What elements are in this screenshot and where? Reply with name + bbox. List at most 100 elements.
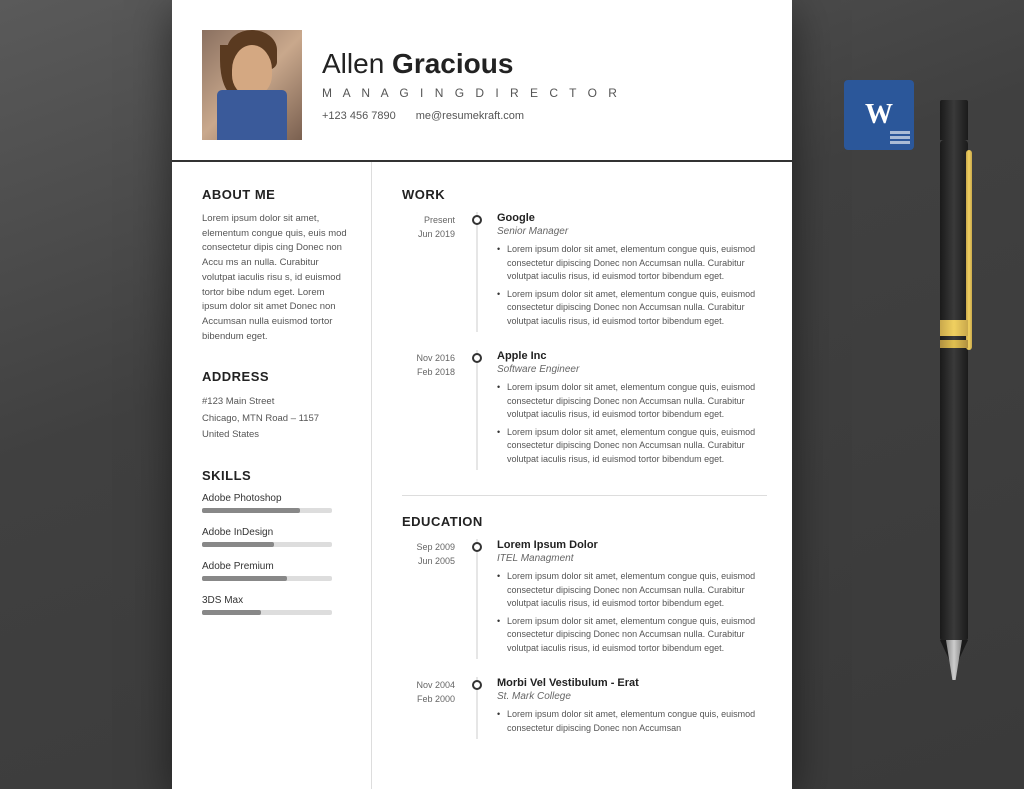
edu-date-start: Sep 2009 — [402, 541, 455, 555]
work-bullet: Lorem ipsum dolor sit amet, elementum co… — [497, 288, 767, 329]
timeline-line — [477, 350, 478, 470]
timeline-dot-area — [467, 350, 487, 470]
edu-dates: Sep 2009 Jun 2005 — [402, 539, 467, 659]
word-icon: W — [844, 80, 914, 150]
company-name: Google — [497, 212, 767, 224]
edu-content: Lorem Ipsum Dolor ITEL Managment Lorem i… — [487, 539, 767, 659]
header-info: Allen Gracious M A N A G I N G D I R E C… — [322, 48, 752, 122]
edu-date-end: Feb 2000 — [402, 693, 455, 707]
work-date-end: Feb 2018 — [402, 366, 455, 380]
work-bullet: Lorem ipsum dolor sit amet, elementum co… — [497, 381, 767, 422]
work-timeline: Present Jun 2019 Google Senior Manager L… — [402, 212, 767, 470]
program-name: ITEL Managment — [497, 553, 767, 564]
work-item: Nov 2016 Feb 2018 Apple Inc Software Eng… — [402, 350, 767, 470]
resume-header: Allen Gracious M A N A G I N G D I R E C… — [172, 0, 792, 162]
skill-bar-fill — [202, 610, 261, 615]
word-icon-lines — [890, 131, 910, 146]
skill-name: Adobe Premium — [202, 561, 351, 572]
edu-date-start: Nov 2004 — [402, 679, 455, 693]
skill-item: Adobe Photoshop — [202, 493, 351, 513]
skill-name: Adobe InDesign — [202, 527, 351, 538]
timeline-dot — [472, 680, 482, 690]
timeline-dot-area — [467, 212, 487, 332]
last-name: Gracious — [392, 48, 513, 79]
work-bullet: Lorem ipsum dolor sit amet, elementum co… — [497, 243, 767, 284]
company-name: Apple Inc — [497, 350, 767, 362]
work-content: Google Senior Manager Lorem ipsum dolor … — [487, 212, 767, 332]
edu-title: EDUCATION — [402, 514, 767, 529]
first-name: Allen — [322, 48, 384, 79]
about-title: ABOUT ME — [202, 187, 351, 202]
edu-date-end: Jun 2005 — [402, 555, 455, 569]
contact-info: +123 456 7890 me@resumekraft.com — [322, 110, 752, 122]
phone: +123 456 7890 — [322, 110, 396, 122]
edu-bullets: Lorem ipsum dolor sit amet, elementum co… — [497, 570, 767, 655]
skills-title: SKILLS — [202, 468, 351, 483]
resume-body: ABOUT ME Lorem ipsum dolor sit amet, ele… — [172, 162, 792, 789]
work-dates: Nov 2016 Feb 2018 — [402, 350, 467, 470]
address-line2: Chicago, MTN Road – 1157 — [202, 413, 319, 424]
timeline-line — [477, 212, 478, 332]
left-column: ABOUT ME Lorem ipsum dolor sit amet, ele… — [172, 162, 372, 789]
work-section: WORK Present Jun 2019 Google Senior Mana… — [402, 187, 767, 470]
skill-bar-bg — [202, 542, 332, 547]
resume-document: Allen Gracious M A N A G I N G D I R E C… — [172, 0, 792, 789]
skill-bar-bg — [202, 610, 332, 615]
address-line1: #123 Main Street — [202, 396, 274, 407]
pen-decoration — [924, 100, 984, 680]
job-role: Software Engineer — [497, 364, 767, 375]
work-date-start: Nov 2016 — [402, 352, 455, 366]
institution-name: Morbi Vel Vestibulum - Erat — [497, 677, 767, 689]
work-item: Present Jun 2019 Google Senior Manager L… — [402, 212, 767, 332]
section-divider — [402, 495, 767, 496]
timeline-dot-area — [467, 539, 487, 659]
skill-bar-bg — [202, 576, 332, 581]
work-content: Apple Inc Software Engineer Lorem ipsum … — [487, 350, 767, 470]
profile-photo — [202, 30, 302, 140]
edu-item: Sep 2009 Jun 2005 Lorem Ipsum Dolor ITEL… — [402, 539, 767, 659]
institution-name: Lorem Ipsum Dolor — [497, 539, 767, 551]
address-text: #123 Main Street Chicago, MTN Road – 115… — [202, 394, 351, 442]
program-name: St. Mark College — [497, 691, 767, 702]
edu-bullet: Lorem ipsum dolor sit amet, elementum co… — [497, 570, 767, 611]
edu-bullet: Lorem ipsum dolor sit amet, elementum co… — [497, 708, 767, 735]
timeline-dot — [472, 353, 482, 363]
work-title: WORK — [402, 187, 767, 202]
full-name: Allen Gracious — [322, 48, 752, 80]
timeline-dot — [472, 215, 482, 225]
address-title: ADDRESS — [202, 369, 351, 384]
edu-bullet: Lorem ipsum dolor sit amet, elementum co… — [497, 615, 767, 656]
work-date-end: Jun 2019 — [402, 228, 455, 242]
email: me@resumekraft.com — [416, 110, 524, 122]
job-title: M A N A G I N G D I R E C T O R — [322, 86, 752, 100]
skill-bar-fill — [202, 542, 274, 547]
about-text: Lorem ipsum dolor sit amet, elementum co… — [202, 212, 351, 344]
head — [232, 45, 272, 95]
word-icon-letter: W — [865, 99, 893, 130]
work-bullet: Lorem ipsum dolor sit amet, elementum co… — [497, 426, 767, 467]
job-role: Senior Manager — [497, 226, 767, 237]
body — [217, 90, 287, 140]
work-dates: Present Jun 2019 — [402, 212, 467, 332]
edu-bullets: Lorem ipsum dolor sit amet, elementum co… — [497, 708, 767, 735]
skill-bar-bg — [202, 508, 332, 513]
skills-list: Adobe Photoshop Adobe InDesign Adobe Pre… — [202, 493, 351, 615]
right-column: WORK Present Jun 2019 Google Senior Mana… — [372, 162, 792, 789]
timeline-dot-area — [467, 677, 487, 739]
skill-bar-fill — [202, 576, 287, 581]
work-bullets: Lorem ipsum dolor sit amet, elementum co… — [497, 243, 767, 328]
edu-item: Nov 2004 Feb 2000 Morbi Vel Vestibulum -… — [402, 677, 767, 739]
edu-content: Morbi Vel Vestibulum - Erat St. Mark Col… — [487, 677, 767, 739]
timeline-line — [477, 539, 478, 659]
edu-timeline: Sep 2009 Jun 2005 Lorem Ipsum Dolor ITEL… — [402, 539, 767, 739]
skill-name: 3DS Max — [202, 595, 351, 606]
skill-bar-fill — [202, 508, 300, 513]
skill-item: Adobe Premium — [202, 561, 351, 581]
edu-dates: Nov 2004 Feb 2000 — [402, 677, 467, 739]
skill-item: 3DS Max — [202, 595, 351, 615]
timeline-dot — [472, 542, 482, 552]
skill-name: Adobe Photoshop — [202, 493, 351, 504]
work-bullets: Lorem ipsum dolor sit amet, elementum co… — [497, 381, 767, 466]
work-date-start: Present — [402, 214, 455, 228]
skill-item: Adobe InDesign — [202, 527, 351, 547]
